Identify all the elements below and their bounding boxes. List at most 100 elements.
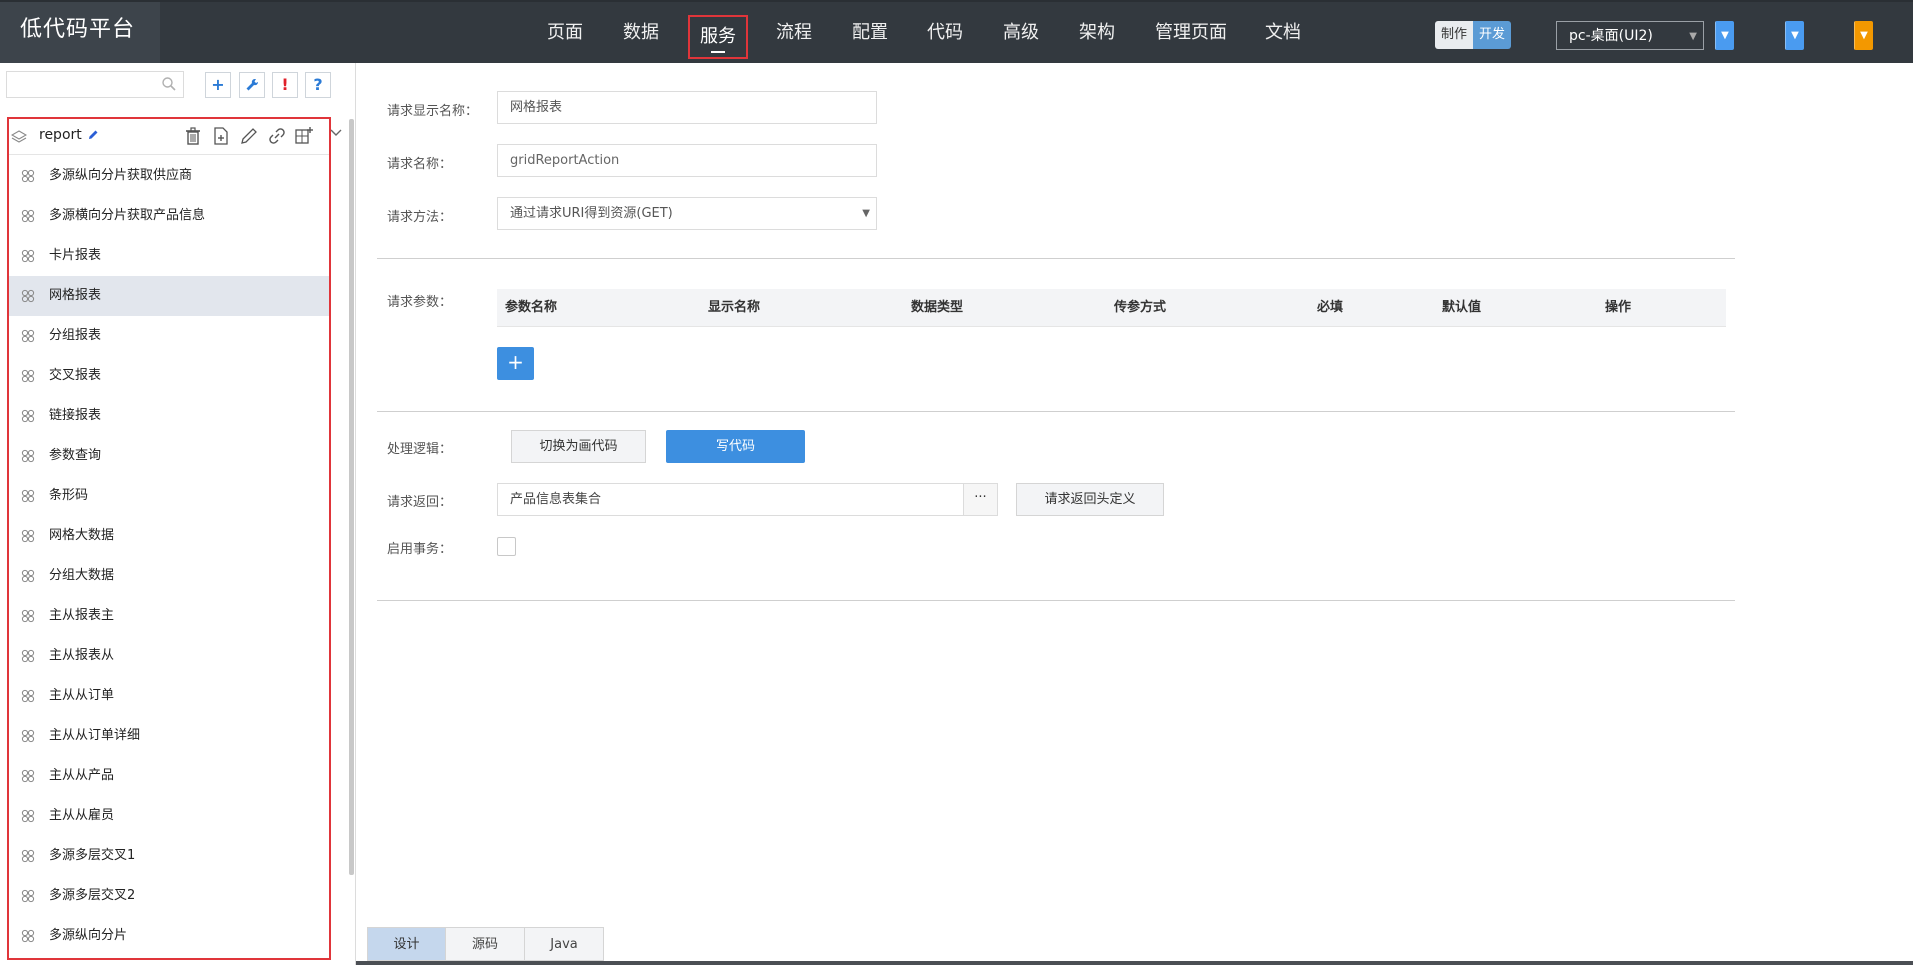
tree-item[interactable]: 多源纵向分片 (9, 916, 329, 956)
tree-search-input[interactable] (7, 72, 159, 97)
grid-add-icon[interactable] (294, 126, 314, 146)
caret-down-icon[interactable]: ▼ (1854, 21, 1873, 50)
tree-item[interactable]: 参数查询 (9, 436, 329, 476)
logic-label: 处理逻辑： (387, 442, 453, 457)
transaction-checkbox[interactable] (497, 537, 516, 556)
tree-item[interactable]: 主从从订单 (9, 676, 329, 716)
nav-item-docs[interactable]: 文档 (1265, 2, 1301, 64)
node-icon (21, 209, 35, 223)
tree-search-box[interactable] (6, 71, 184, 98)
mode-make-option[interactable]: 制作 (1435, 21, 1474, 49)
app-logo: 低代码平台 (0, 2, 160, 64)
tree-item[interactable]: 多源纵向分片获取供应商 (9, 156, 329, 196)
tree-scrollbar[interactable] (349, 119, 354, 875)
device-select-value: pc-桌面(UI2) (1569, 28, 1653, 44)
tree-item-label: 分组报表 (49, 328, 102, 343)
tree-item-label: 链接报表 (49, 408, 102, 423)
tab-source[interactable]: 源码 (446, 927, 525, 961)
caret-down-icon[interactable]: ▼ (1785, 21, 1804, 50)
request-method-select[interactable]: 通过请求URI得到资源(GET) ▼ (497, 197, 877, 230)
preview-button[interactable]: 预览 ▼ (1785, 21, 1804, 50)
trash-icon[interactable] (183, 126, 203, 146)
node-icon (21, 889, 35, 903)
wrench-icon (246, 78, 259, 91)
pencil-icon[interactable] (87, 129, 99, 141)
publish-button[interactable]: 发布 ▼ (1854, 21, 1873, 50)
save-button[interactable]: 保存 ▼ (1715, 21, 1734, 50)
nav-item-architecture[interactable]: 架构 (1079, 2, 1115, 64)
nav-item-flow[interactable]: 流程 (776, 2, 812, 64)
request-method-value: 通过请求URI得到资源(GET) (510, 206, 673, 221)
section-divider (377, 258, 1735, 259)
link-icon[interactable] (267, 126, 287, 146)
pencil-icon[interactable] (239, 126, 259, 146)
node-icon (21, 929, 35, 943)
help-button[interactable]: ? (305, 72, 331, 98)
tab-design[interactable]: 设计 (367, 927, 446, 961)
nav-item-code[interactable]: 代码 (927, 2, 963, 64)
layers-icon (11, 130, 27, 143)
tree-item[interactable]: 多源多层交叉2 (9, 876, 329, 916)
tree-item-label: 主从从订单详细 (49, 728, 141, 743)
node-icon (21, 249, 35, 263)
request-return-input[interactable]: 产品信息表集合 (497, 483, 964, 516)
validate-button[interactable]: ! (272, 72, 298, 98)
col-param-name: 参数名称 (505, 300, 558, 315)
tree-root-label[interactable]: report (39, 127, 82, 143)
tree-item-label: 多源多层交叉1 (49, 848, 136, 863)
mode-toggle[interactable]: 制作 开发 (1435, 21, 1512, 49)
bottom-border (356, 961, 1913, 965)
tree-item[interactable]: 主从报表主 (9, 596, 329, 636)
tree-item[interactable]: 卡片报表 (9, 236, 329, 276)
chevron-down-icon[interactable] (329, 125, 343, 139)
add-button[interactable]: + (205, 72, 231, 98)
add-param-button[interactable]: + (497, 347, 534, 380)
request-name-label: 请求名称： (387, 157, 453, 172)
display-name-label: 请求显示名称： (387, 104, 479, 119)
request-name-input[interactable]: gridReportAction (497, 144, 877, 177)
return-browse-button[interactable]: ··· (964, 483, 998, 516)
request-method-label: 请求方法： (387, 210, 453, 225)
return-header-button[interactable]: 请求返回头定义 (1016, 483, 1164, 516)
tree-item-label: 参数查询 (49, 448, 102, 463)
write-code-button[interactable]: 写代码 (666, 430, 805, 463)
tree-item-label: 主从报表从 (49, 648, 115, 663)
tree-item[interactable]: 主从报表从 (9, 636, 329, 676)
new-file-icon[interactable] (211, 126, 231, 146)
tree-item[interactable]: 交叉报表 (9, 356, 329, 396)
device-select[interactable]: pc-桌面(UI2) ▼ (1556, 21, 1704, 50)
node-icon (21, 329, 35, 343)
tree-item[interactable]: 主从从雇员 (9, 796, 329, 836)
nav-item-config[interactable]: 配置 (852, 2, 888, 64)
chevron-down-icon: ▼ (862, 208, 870, 219)
top-bar: 低代码平台 页面 数据 服务 流程 配置 代码 高级 架构 管理页面 文档 制作… (0, 0, 1913, 64)
tree-item[interactable]: 主从从订单详细 (9, 716, 329, 756)
caret-down-icon[interactable]: ▼ (1715, 21, 1734, 50)
tree-item[interactable]: 多源横向分片获取产品信息 (9, 196, 329, 236)
wrench-button[interactable] (239, 72, 265, 98)
display-name-input[interactable]: 网格报表 (497, 91, 877, 124)
tree-item[interactable]: 网格大数据 (9, 516, 329, 556)
tree-item[interactable]: 条形码 (9, 476, 329, 516)
nav-item-page[interactable]: 页面 (547, 2, 583, 64)
nav-item-admin-pages[interactable]: 管理页面 (1155, 2, 1227, 64)
tree-item[interactable]: 多源多层交叉1 (9, 836, 329, 876)
switch-to-visual-code-button[interactable]: 切换为画代码 (511, 430, 646, 463)
tree-item[interactable]: 主从从产品 (9, 756, 329, 796)
tree-root-row[interactable]: report (9, 119, 329, 155)
tree-item-selected[interactable]: 网格报表 (9, 276, 329, 316)
tree-item[interactable]: 分组大数据 (9, 556, 329, 596)
tree-item[interactable]: 链接报表 (9, 396, 329, 436)
node-icon (21, 289, 35, 303)
nav-item-service[interactable]: 服务 (688, 15, 748, 59)
tab-java[interactable]: Java (525, 927, 604, 961)
node-icon (21, 769, 35, 783)
nav-item-data[interactable]: 数据 (623, 2, 659, 64)
section-divider (377, 600, 1735, 601)
mode-dev-option[interactable]: 开发 (1473, 21, 1512, 49)
tree-item[interactable]: 分组报表 (9, 316, 329, 356)
request-return-label: 请求返回： (387, 495, 453, 510)
search-icon[interactable] (161, 76, 177, 92)
nav-item-advanced[interactable]: 高级 (1003, 2, 1039, 64)
node-icon (21, 489, 35, 503)
